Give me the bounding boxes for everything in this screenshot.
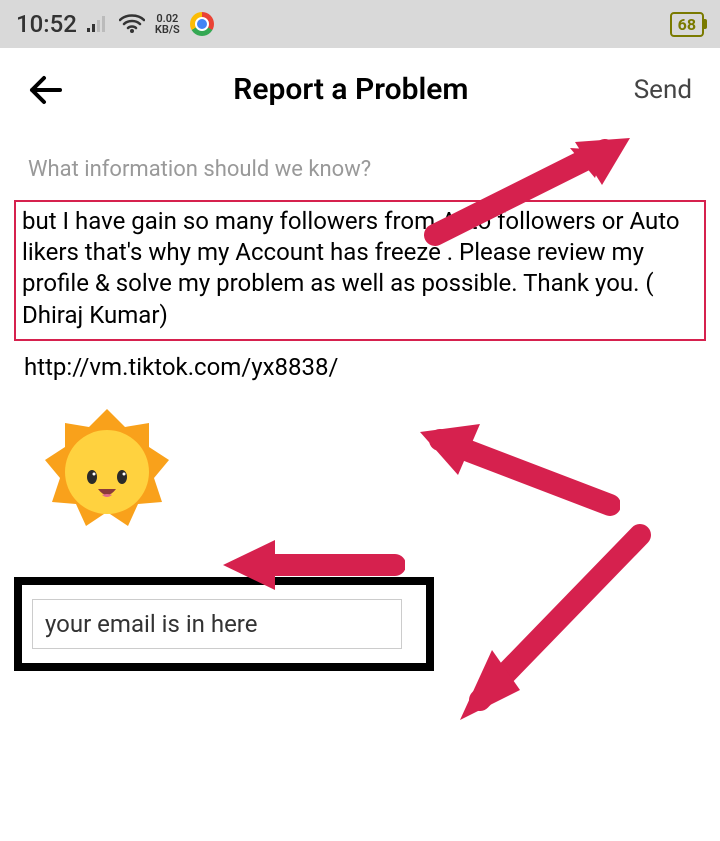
cellular-signal-icon — [87, 15, 109, 33]
email-highlight-box: your email is in here — [14, 577, 434, 671]
app-header: Report a Problem Send — [0, 48, 720, 117]
annotation-arrow-textarea — [410, 420, 620, 520]
prompt-label: What information should we know? — [0, 117, 720, 196]
battery-value: 68 — [678, 15, 696, 34]
status-bar: 10:52 0.02 KB/S 68 — [0, 0, 720, 48]
battery-indicator: 68 — [670, 12, 704, 37]
avatar-image[interactable] — [22, 397, 192, 547]
report-textarea-highlight: but I have gain so many followers from A… — [14, 200, 706, 341]
send-button[interactable]: Send — [634, 75, 692, 105]
email-input[interactable]: your email is in here — [32, 599, 402, 649]
network-speed-indicator: 0.02 KB/S — [155, 13, 180, 35]
report-textarea[interactable]: but I have gain so many followers from A… — [22, 206, 698, 331]
chrome-icon — [190, 12, 214, 36]
clock-time: 10:52 — [16, 10, 77, 38]
page-title: Report a Problem — [233, 72, 468, 107]
annotation-arrow-email — [440, 520, 660, 740]
profile-url-text[interactable]: http://vm.tiktok.com/yx8838/ — [0, 341, 720, 391]
network-speed-unit: KB/S — [155, 24, 180, 35]
back-button[interactable] — [28, 74, 68, 106]
wifi-icon — [119, 14, 145, 34]
status-left: 10:52 0.02 KB/S — [16, 10, 214, 38]
